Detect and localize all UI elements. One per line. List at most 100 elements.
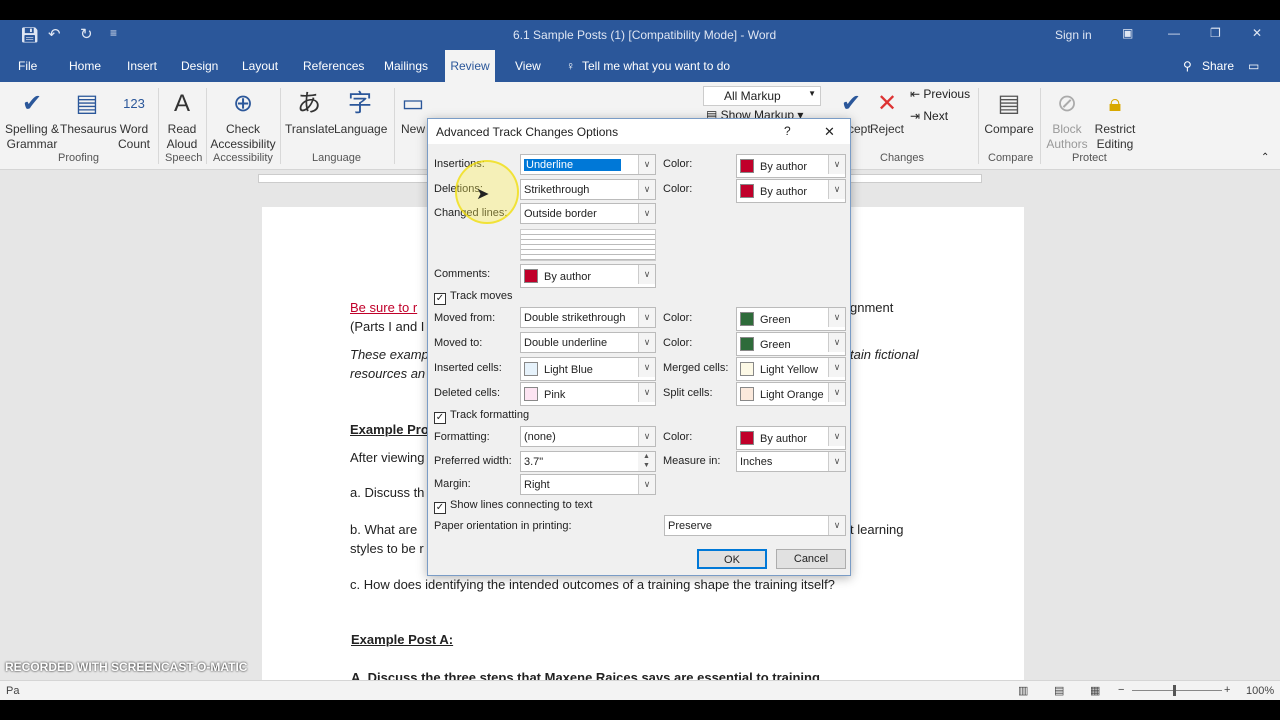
- reject-icon: ✕: [876, 90, 898, 117]
- track-formatting-checkbox[interactable]: ✓ Track formatting: [434, 409, 529, 424]
- redo-icon[interactable]: ↻: [80, 25, 93, 43]
- moved-to-color-select[interactable]: Green ∨: [736, 332, 846, 356]
- check-accessibility-button[interactable]: ⊕ Check Accessibility: [210, 86, 276, 152]
- group-language: Language: [312, 152, 361, 164]
- tell-me-input[interactable]: Tell me what you want to do: [582, 59, 730, 73]
- lightbulb-icon: ♀: [566, 59, 575, 73]
- paper-orientation-label: Paper orientation in printing:: [434, 520, 572, 532]
- moved-to-select[interactable]: Double underline ∨: [520, 332, 656, 353]
- deletions-color-select[interactable]: By author ∨: [736, 179, 846, 203]
- tab-insert[interactable]: Insert: [127, 59, 157, 73]
- tab-references[interactable]: References: [303, 59, 364, 73]
- minimize-icon[interactable]: —: [1168, 26, 1180, 40]
- tab-view[interactable]: View: [515, 59, 541, 73]
- zoom-level[interactable]: 100%: [1246, 685, 1274, 697]
- formatting-select[interactable]: (none) ∨: [520, 426, 656, 447]
- cancel-button[interactable]: Cancel: [776, 549, 846, 569]
- close-icon[interactable]: ✕: [1252, 26, 1262, 40]
- moved-from-color-select[interactable]: Green ∨: [736, 307, 846, 331]
- deleted-cells-select[interactable]: Pink ∨: [520, 382, 656, 406]
- tab-layout[interactable]: Layout: [242, 59, 278, 73]
- zoom-slider[interactable]: [1132, 685, 1222, 696]
- reject-button[interactable]: ✕ Reject: [870, 86, 904, 137]
- selected-value: Double strikethrough: [524, 312, 626, 324]
- web-layout-icon[interactable]: ▦: [1090, 684, 1100, 697]
- zoom-slider-thumb[interactable]: [1173, 685, 1176, 696]
- divider: [206, 88, 207, 164]
- split-cells-select[interactable]: Light Orange ∨: [736, 382, 846, 406]
- merged-cells-label: Merged cells:: [663, 362, 729, 374]
- dialog-close-button[interactable]: ✕: [824, 124, 835, 140]
- customize-icon[interactable]: ≡: [110, 26, 117, 40]
- inserted-cells-label: Inserted cells:: [434, 362, 502, 374]
- doc-text: b. What are: [350, 522, 418, 537]
- tab-home[interactable]: Home: [69, 59, 101, 73]
- sign-in-link[interactable]: Sign in: [1055, 28, 1092, 42]
- label: Block: [1052, 122, 1082, 136]
- doc-text: resources an: [350, 366, 426, 381]
- color-label: Color:: [663, 431, 693, 443]
- block-authors-button[interactable]: ⊘ Block Authors: [1044, 86, 1090, 152]
- doc-heading: Example Post A:: [351, 632, 454, 647]
- compare-button[interactable]: ▤ Compare: [983, 86, 1035, 137]
- collapse-ribbon-icon[interactable]: ⌃: [1261, 152, 1269, 163]
- undo-icon[interactable]: ↶: [48, 25, 61, 43]
- new-comment-button[interactable]: ▭ New: [398, 86, 428, 137]
- read-mode-icon[interactable]: ▥: [1018, 684, 1028, 697]
- inserted-cells-select[interactable]: Light Blue ∨: [520, 357, 656, 381]
- translate-button[interactable]: あ Translate: [285, 86, 335, 137]
- share-button[interactable]: Share: [1202, 59, 1234, 73]
- measure-in-select[interactable]: Inches ∨: [736, 451, 846, 472]
- comments-icon[interactable]: ▭: [1248, 59, 1259, 73]
- spelling-grammar-button[interactable]: ✔ Spelling & Grammar: [3, 86, 61, 152]
- restrict-editing-button[interactable]: 🔒︎ Restrict Editing: [1093, 86, 1137, 152]
- tab-mailings[interactable]: Mailings: [384, 59, 428, 73]
- print-layout-icon[interactable]: ▤: [1054, 684, 1064, 697]
- read-aloud-button[interactable]: A Read Aloud: [164, 86, 200, 152]
- selected-value: Pink: [544, 389, 566, 401]
- margin-select[interactable]: Right ∨: [520, 474, 656, 495]
- spinner-arrows-icon[interactable]: ▲ ▼: [638, 452, 655, 471]
- zoom-out-icon[interactable]: −: [1118, 684, 1124, 696]
- help-button[interactable]: ?: [784, 124, 791, 138]
- changed-lines-select[interactable]: Outside border ∨: [520, 203, 656, 224]
- show-lines-checkbox[interactable]: ✓ Show lines connecting to text: [434, 499, 592, 514]
- paper-orientation-select[interactable]: Preserve ∨: [664, 515, 846, 536]
- markup-dropdown[interactable]: All Markup ▼: [703, 86, 821, 106]
- moved-from-select[interactable]: Double strikethrough ∨: [520, 307, 656, 328]
- ribbon-display-icon[interactable]: ▣: [1122, 26, 1133, 40]
- formatting-color-select[interactable]: By author ∨: [736, 426, 846, 450]
- insertions-select[interactable]: Underline ∨: [520, 154, 656, 175]
- color-swatch: [740, 387, 754, 401]
- selected-value: Light Blue: [544, 364, 593, 376]
- tab-design[interactable]: Design: [181, 59, 218, 73]
- tab-file[interactable]: File: [18, 59, 37, 73]
- previous-button[interactable]: ⇤ Previous: [910, 87, 970, 101]
- chevron-down-icon: ∨: [828, 155, 845, 174]
- divider: [394, 88, 395, 164]
- insertions-color-select[interactable]: By author ∨: [736, 154, 846, 178]
- next-button[interactable]: ⇥ Next: [910, 109, 948, 123]
- merged-cells-select[interactable]: Light Yellow ∨: [736, 357, 846, 381]
- restore-icon[interactable]: ❐: [1210, 26, 1221, 40]
- deletions-select[interactable]: Strikethrough ∨: [520, 179, 656, 200]
- tab-review[interactable]: Review: [445, 50, 495, 82]
- language-button[interactable]: 字 Language: [334, 86, 387, 137]
- chevron-down-icon: ▼: [808, 89, 816, 98]
- word-count-button[interactable]: 123 Word Count: [117, 86, 151, 152]
- chevron-down-icon: ∨: [828, 427, 845, 446]
- preferred-width-spinner[interactable]: 3.7" ▲ ▼: [520, 451, 656, 472]
- doc-text: gnment: [850, 300, 894, 315]
- track-moves-checkbox[interactable]: ✓ Track moves: [434, 290, 513, 305]
- ok-button[interactable]: OK: [697, 549, 767, 569]
- read-aloud-icon: A: [173, 90, 190, 117]
- zoom-in-icon[interactable]: +: [1224, 684, 1230, 696]
- thesaurus-button[interactable]: ▤ Thesaurus: [60, 86, 117, 137]
- selected-value: Underline: [524, 159, 622, 171]
- chevron-down-icon: ∨: [828, 358, 845, 377]
- comments-color-select[interactable]: By author ∨: [520, 264, 656, 288]
- color-swatch: [740, 362, 754, 376]
- label: Next: [923, 109, 949, 123]
- save-icon[interactable]: 💾︎: [20, 26, 39, 44]
- page-indicator[interactable]: Pa: [6, 685, 19, 697]
